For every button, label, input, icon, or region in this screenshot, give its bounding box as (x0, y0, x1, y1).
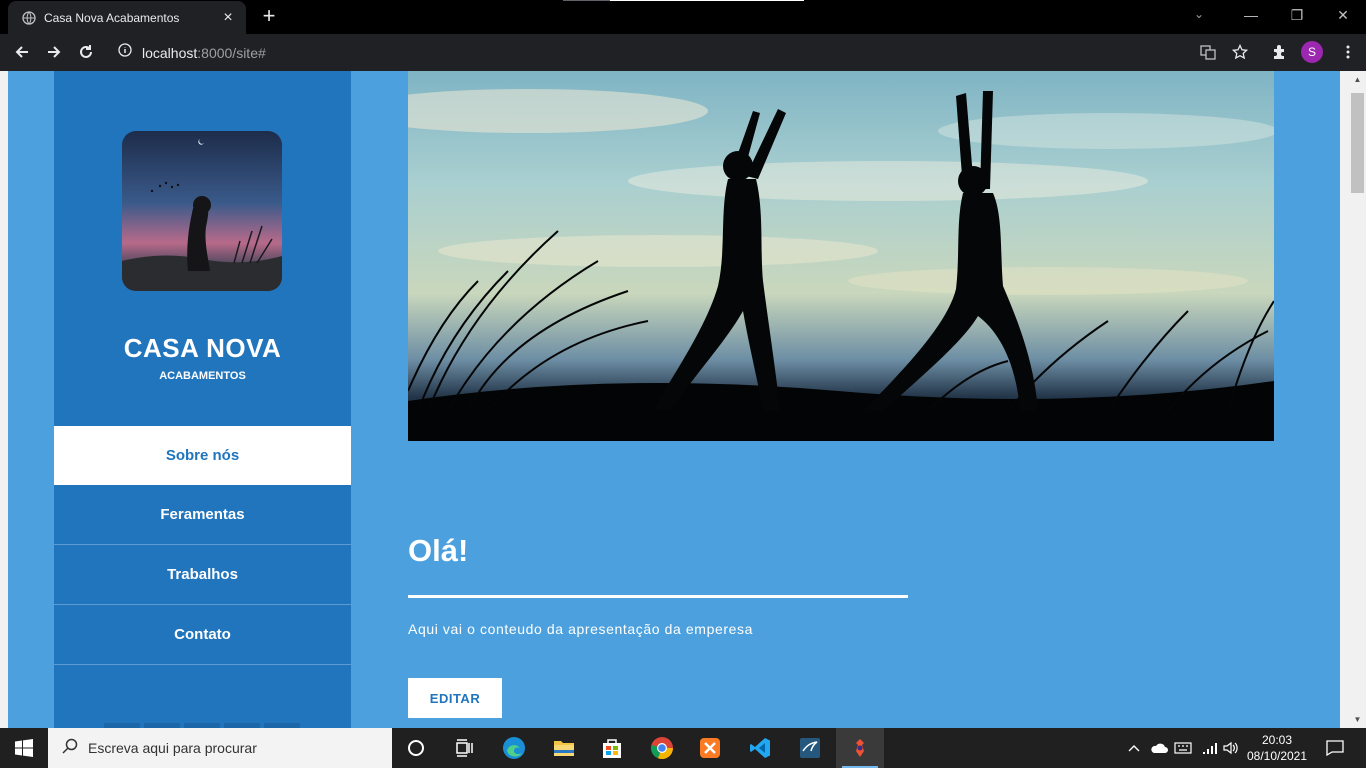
edit-button[interactable]: EDITAR (408, 678, 502, 718)
url-path: :8000/site# (197, 44, 266, 61)
windows-start-icon[interactable] (0, 728, 48, 768)
taskbar-search-box[interactable]: Escreva aqui para procurar (48, 728, 392, 768)
keyboard-icon[interactable] (1172, 728, 1194, 768)
logo-image (122, 131, 282, 291)
window-top-indicator (563, 0, 804, 1)
url-host: localhost (142, 44, 198, 61)
scroll-down-icon[interactable]: ▼ (1349, 711, 1366, 728)
heading-divider (408, 595, 908, 598)
browser-tab[interactable]: Casa Nova Acabamentos × (8, 1, 246, 34)
nav-item-feramentas[interactable]: Feramentas (54, 485, 351, 545)
page-viewport: CASA NOVA ACABAMENTOS Sobre nós Ferament… (0, 71, 1366, 728)
xampp-icon[interactable] (686, 728, 734, 768)
system-clock[interactable]: 20:03 08/10/2021 (1242, 732, 1312, 764)
file-explorer-icon[interactable] (540, 728, 588, 768)
chrome-icon[interactable] (638, 728, 686, 768)
more-menu-icon[interactable] (1334, 38, 1362, 66)
new-tab-button[interactable]: + (256, 4, 282, 30)
notifications-icon[interactable] (1318, 728, 1352, 768)
globe-icon (22, 10, 36, 25)
tray-chevron-icon[interactable] (1125, 728, 1143, 768)
nav-item-contato[interactable]: Contato (54, 605, 351, 665)
scroll-up-icon[interactable]: ▲ (1349, 71, 1366, 88)
company-description: Aqui vai o conteudo da apresentação da e… (408, 621, 753, 637)
tab-title: Casa Nova Acabamentos (44, 10, 180, 25)
task-view-icon[interactable] (440, 728, 488, 768)
tab-search-icon[interactable]: ⌄ (1194, 7, 1204, 21)
windows-taskbar: Escreva aqui para procurar 20:03 08/10/2… (0, 728, 1366, 768)
brand-subtitle: ACABAMENTOS (159, 370, 246, 382)
brand-name: CASA NOVA (123, 333, 282, 363)
tab-close-icon[interactable]: × (220, 9, 236, 27)
screen: Casa Nova Acabamentos × + ⌄ — ❐ ✕ localh… (0, 0, 1366, 768)
translate-icon[interactable] (1194, 38, 1222, 66)
reload-icon[interactable] (72, 38, 100, 66)
onedrive-icon[interactable] (1148, 728, 1170, 768)
scroll-thumb[interactable] (1351, 93, 1364, 193)
sidebar-nav: Sobre nós Feramentas Trabalhos Contato (54, 426, 351, 665)
git-icon[interactable] (836, 728, 884, 768)
mysql-workbench-icon[interactable] (786, 728, 834, 768)
info-icon[interactable] (118, 43, 132, 62)
browser-titlebar: Casa Nova Acabamentos × + ⌄ — ❐ ✕ (0, 0, 1366, 34)
restore-button[interactable]: ❐ (1274, 0, 1320, 30)
search-placeholder: Escreva aqui para procurar (88, 740, 257, 756)
sidebar: CASA NOVA ACABAMENTOS Sobre nós Ferament… (54, 71, 351, 728)
back-icon[interactable] (8, 38, 36, 66)
cortana-icon[interactable] (392, 728, 440, 768)
minimize-button[interactable]: — (1228, 0, 1274, 30)
extensions-icon[interactable] (1265, 38, 1293, 66)
bookmark-star-icon[interactable] (1226, 38, 1254, 66)
store-icon[interactable] (588, 728, 636, 768)
clock-time: 20:03 (1261, 733, 1293, 747)
clock-date: 08/10/2021 (1246, 749, 1308, 763)
browser-toolbar: localhost:8000/site# S (0, 34, 1366, 71)
vscode-icon[interactable] (736, 728, 784, 768)
nav-item-sobre-nos[interactable]: Sobre nós (54, 426, 351, 485)
vertical-scrollbar[interactable]: ▲ ▼ (1349, 71, 1366, 728)
network-icon[interactable] (1198, 728, 1220, 768)
search-icon (62, 738, 78, 759)
close-window-button[interactable]: ✕ (1320, 0, 1366, 30)
page-content: CASA NOVA ACABAMENTOS Sobre nós Ferament… (8, 71, 1340, 728)
profile-avatar[interactable]: S (1301, 41, 1323, 63)
hero-image (408, 71, 1274, 441)
nav-item-trabalhos[interactable]: Trabalhos (54, 545, 351, 605)
forward-icon[interactable] (40, 38, 68, 66)
page-heading: Olá! (408, 533, 469, 568)
address-bar[interactable]: localhost:8000/site# (108, 37, 1258, 68)
volume-icon[interactable] (1220, 728, 1242, 768)
edge-icon[interactable] (490, 728, 538, 768)
